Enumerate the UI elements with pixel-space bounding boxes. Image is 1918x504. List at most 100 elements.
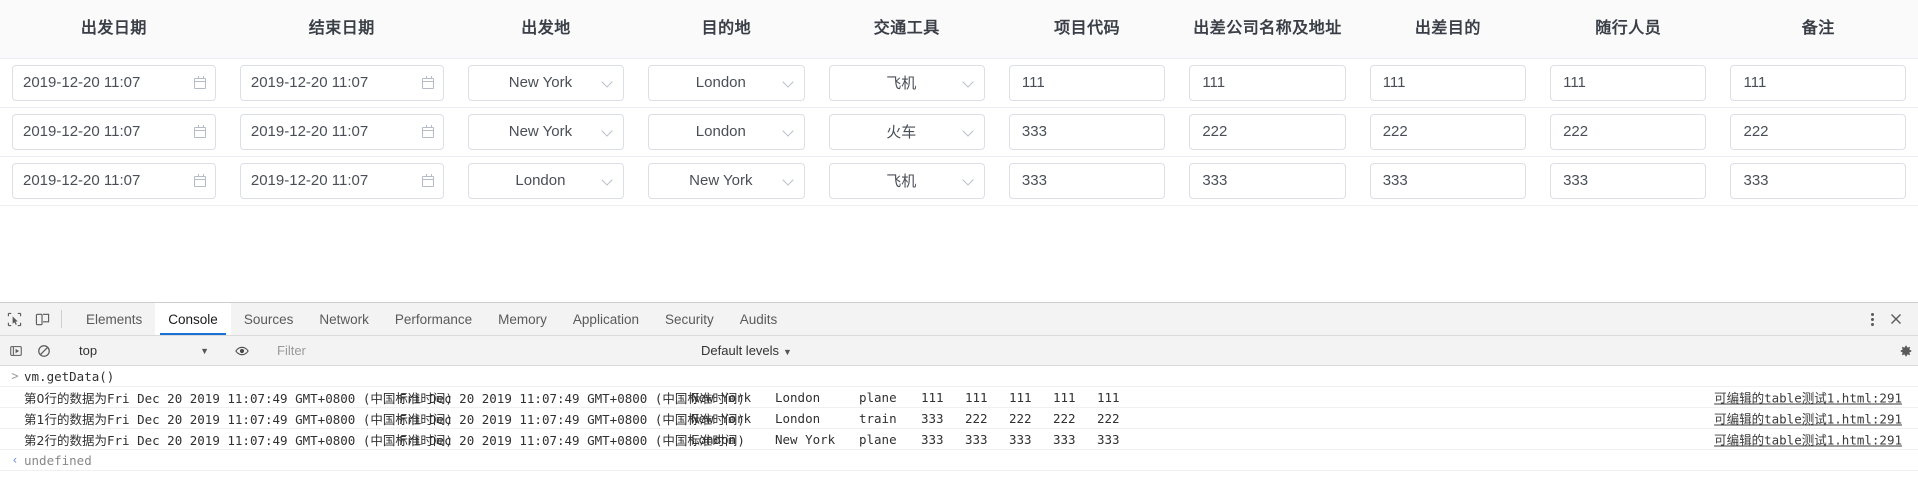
tab-elements[interactable]: Elements	[73, 303, 155, 335]
execution-context-select[interactable]: top ▼	[69, 343, 217, 358]
table-header-row: 出发日期 结束日期 出发地 目的地 交通工具 项目代码 出差公司名称及地址 出差…	[0, 0, 1918, 59]
log-source-link[interactable]: 可编辑的table测试1.html:291	[1714, 430, 1902, 449]
end-date-datepicker[interactable]: 2019-12-20 11:07	[239, 64, 444, 101]
cell-end-date: 2019-12-20 11:07	[227, 107, 456, 157]
chevron-down-icon	[963, 175, 974, 186]
log-value-3: 222	[1008, 410, 1032, 426]
devtools-tabbar: Elements Console Sources Network Performance…	[0, 303, 1918, 336]
console-filter-bar: top ▼ Filter Default levels ▼	[0, 336, 1918, 366]
log-source-link[interactable]: 可编辑的table测试1.html:291	[1714, 409, 1902, 428]
companions-input[interactable]: 222	[1550, 113, 1707, 150]
console-log-line: 第0行的数据为 Fri Dec 20 2019 11:07:49 GMT+0800…	[0, 387, 1918, 408]
tab-console[interactable]: Console	[155, 303, 231, 335]
transport-select[interactable]: 火车	[828, 113, 985, 150]
cell-destination: London	[636, 58, 817, 108]
live-expression-icon[interactable]	[228, 344, 256, 358]
depart-date-datepicker[interactable]: 2019-12-20 11:07	[12, 64, 216, 101]
tab-sources[interactable]: Sources	[231, 303, 307, 335]
settings-icon[interactable]	[1894, 344, 1918, 358]
tab-network[interactable]: Network	[306, 303, 382, 335]
clear-console-icon[interactable]	[30, 344, 58, 358]
console-result-line: ‹ undefined	[0, 450, 1918, 471]
chevron-down-icon	[602, 77, 613, 88]
log-destination: London	[774, 389, 821, 405]
inspect-element-icon[interactable]	[0, 303, 28, 335]
tab-application[interactable]: Application	[560, 303, 652, 335]
company-input[interactable]: 222	[1189, 113, 1346, 150]
cell-depart-date: 2019-12-20 11:07	[0, 58, 228, 108]
depart-date-value: 2019-12-20 11:07	[23, 172, 141, 189]
company-value: 222	[1202, 123, 1228, 140]
tab-memory[interactable]: Memory	[485, 303, 560, 335]
cell-remark: 222	[1718, 107, 1918, 157]
cell-depart-date: 2019-12-20 11:07	[0, 156, 228, 206]
table-row: 2019-12-20 11:07 2019-12-20 11:07 New York…	[0, 58, 1918, 108]
end-date-datepicker[interactable]: 2019-12-20 11:07	[239, 113, 444, 150]
project-code-input[interactable]: 333	[1008, 162, 1166, 199]
companions-input[interactable]: 333	[1550, 162, 1707, 199]
log-source-link[interactable]: 可编辑的table测试1.html:291	[1714, 388, 1902, 407]
execute-snippet-icon[interactable]	[2, 344, 30, 358]
cell-destination: New York	[636, 156, 817, 206]
prompt-arrow-icon: >	[11, 369, 19, 383]
cell-origin: London	[455, 156, 637, 206]
destination-select[interactable]: London	[648, 113, 805, 150]
purpose-input[interactable]: 222	[1369, 113, 1527, 150]
transport-select[interactable]: 飞机	[828, 162, 985, 199]
col-header-end-date: 结束日期	[227, 0, 456, 59]
transport-select[interactable]: 飞机	[828, 64, 985, 101]
log-date-1: Fri Dec 20 2019 11:07:49 GMT+0800 (中国标准时…	[106, 411, 453, 427]
log-value-2: 333	[964, 431, 988, 447]
origin-select[interactable]: New York	[467, 64, 625, 101]
tab-security[interactable]: Security	[652, 303, 727, 335]
log-prefix: 第2行的数据为	[24, 432, 107, 448]
log-levels-dropdown[interactable]: Default levels ▼	[691, 343, 792, 358]
end-date-datepicker[interactable]: 2019-12-20 11:07	[239, 162, 444, 199]
device-toolbar-icon[interactable]	[28, 303, 56, 335]
cell-project-code: 333	[996, 156, 1178, 206]
col-header-origin: 出发地	[455, 0, 637, 59]
destination-select[interactable]: New York	[648, 162, 805, 199]
remark-input[interactable]: 333	[1730, 162, 1906, 199]
log-origin: London	[690, 431, 737, 447]
log-value-1: 111	[920, 389, 944, 405]
log-value-3: 333	[1008, 431, 1032, 447]
company-input[interactable]: 111	[1189, 64, 1346, 101]
destination-value: London	[695, 123, 746, 140]
remark-input[interactable]: 111	[1730, 64, 1906, 101]
log-levels-label: Default levels	[701, 343, 780, 358]
more-options-icon[interactable]	[1861, 312, 1883, 326]
companions-input[interactable]: 111	[1550, 64, 1707, 101]
purpose-input[interactable]: 111	[1369, 64, 1527, 101]
tab-performance[interactable]: Performance	[382, 303, 485, 335]
calendar-icon	[421, 75, 435, 90]
log-date-1: Fri Dec 20 2019 11:07:49 GMT+0800 (中国标准时…	[106, 390, 453, 406]
console-input-line: > vm.getData()	[0, 366, 1918, 387]
project-code-input[interactable]: 333	[1008, 113, 1166, 150]
log-date-2: Fri Dec 20 2019 11:07:49 GMT+0800 (中国标准时…	[398, 411, 745, 427]
destination-select[interactable]: London	[648, 64, 805, 101]
depart-date-datepicker[interactable]: 2019-12-20 11:07	[12, 162, 216, 199]
devtools-panel: Elements Console Sources Network Performance…	[0, 302, 1918, 504]
origin-select[interactable]: New York	[467, 113, 625, 150]
chevron-down-icon	[602, 126, 613, 137]
console-output[interactable]: > vm.getData() 第0行的数据为 Fri Dec 20 2019 11:0…	[0, 366, 1918, 504]
devtools-tabbar-right	[1850, 303, 1918, 335]
remark-input[interactable]: 222	[1730, 113, 1906, 150]
project-code-value: 333	[1021, 172, 1047, 189]
companions-value: 222	[1563, 123, 1589, 140]
log-value-5: 111	[1096, 389, 1120, 405]
travel-table-area: 出发日期 结束日期 出发地 目的地 交通工具 项目代码 出差公司名称及地址 出差…	[0, 0, 1918, 302]
tab-audits[interactable]: Audits	[727, 303, 791, 335]
console-filter-input[interactable]: Filter	[267, 343, 691, 358]
project-code-input[interactable]: 111	[1008, 64, 1166, 101]
purpose-input[interactable]: 333	[1369, 162, 1527, 199]
company-input[interactable]: 333	[1189, 162, 1346, 199]
close-icon[interactable]	[1883, 313, 1909, 325]
depart-date-datepicker[interactable]: 2019-12-20 11:07	[12, 113, 216, 150]
cell-origin: New York	[455, 58, 637, 108]
origin-select[interactable]: London	[467, 162, 625, 199]
log-value-4: 222	[1052, 410, 1076, 426]
cell-origin: New York	[455, 107, 637, 157]
cell-companions: 222	[1538, 107, 1719, 157]
